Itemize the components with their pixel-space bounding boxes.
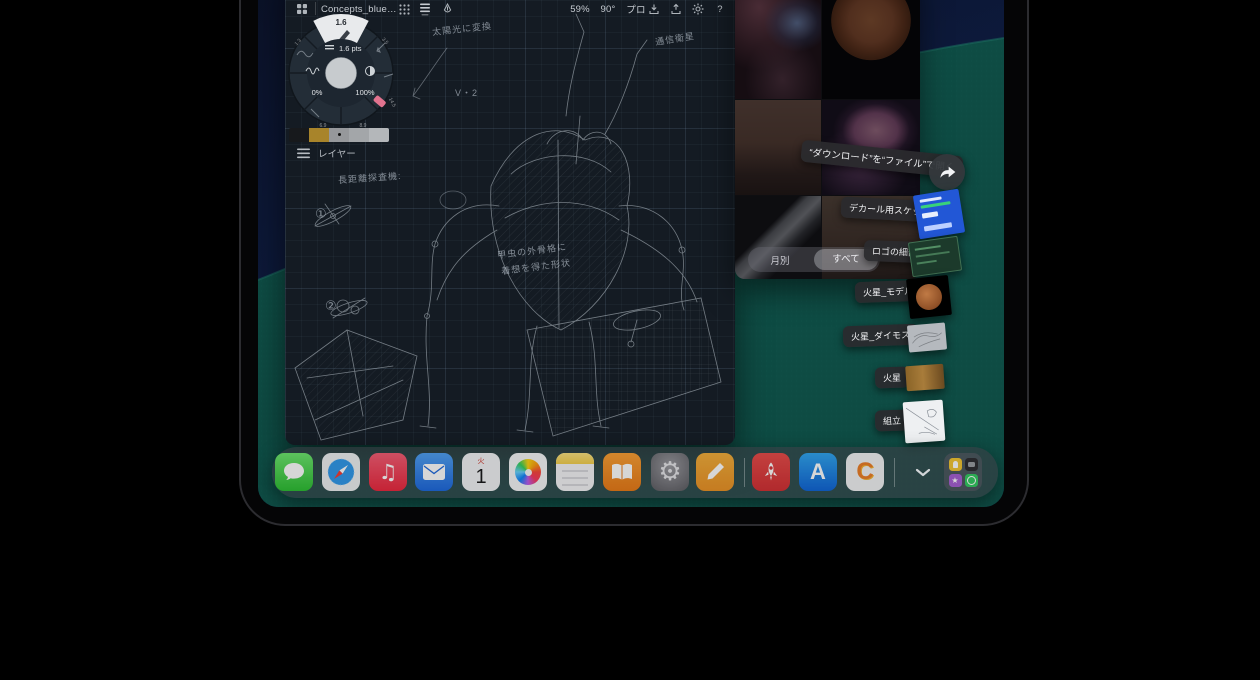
photos-dim-overlay — [735, 0, 920, 279]
chevron-down-icon — [915, 468, 931, 477]
dock-app-safari[interactable] — [322, 453, 360, 491]
svg-text:14.5: 14.5 — [387, 97, 397, 109]
selected-swatch-dot — [338, 133, 341, 136]
drag-label-mars: 火星 — [875, 366, 910, 388]
appstore-a-icon: A — [810, 459, 826, 485]
swatch-gray[interactable] — [349, 128, 369, 142]
dock-app-concepts[interactable]: C — [846, 453, 884, 491]
import-icon — [648, 3, 660, 15]
photos-app-window: 月別 すべて — [735, 0, 920, 279]
color-knob[interactable] — [326, 58, 357, 89]
color-swatch-bar[interactable] — [289, 128, 389, 142]
dock-divider-2 — [894, 458, 895, 487]
dock-app-calendar[interactable]: 火 1 — [462, 453, 500, 491]
dock-app-music[interactable]: ♫ — [369, 453, 407, 491]
tool-wheel[interactable]: 1.6 1.3 3.5 14.5 8.9 6.9 1.6 p — [285, 13, 402, 134]
opacity-value: 100% — [355, 88, 375, 97]
drag-thumb-decal[interactable] — [913, 189, 965, 240]
export-button[interactable] — [669, 1, 683, 17]
gear-icon — [692, 3, 704, 15]
ipad-screen: 太陽光に変換 通信衛星 V・2 長距離探査機: ① ② 甲虫の外骨格に 着想を得… — [258, 0, 1004, 507]
annotation-num1: ① — [315, 206, 328, 222]
texture-value: 0% — [312, 88, 323, 97]
dock-app-books[interactable] — [603, 453, 641, 491]
dock-app-messages[interactable] — [275, 453, 313, 491]
pen-mode-button[interactable] — [440, 1, 454, 17]
layers-button[interactable]: レイヤー — [297, 146, 356, 160]
dock-app-photos[interactable] — [509, 453, 547, 491]
drag-thumb-assembly[interactable] — [903, 400, 946, 444]
rocket-icon — [759, 460, 783, 484]
dock-app-notes[interactable] — [556, 453, 594, 491]
help-button[interactable]: ? — [713, 1, 727, 17]
settings-gear-icon: ⚙ — [658, 459, 681, 485]
messages-bubble-icon — [282, 461, 306, 483]
photos-segmented-control: 月別 すべて — [748, 247, 880, 272]
envelope-icon — [422, 463, 446, 481]
dock-app-appstore[interactable]: A — [799, 453, 837, 491]
svg-text:1.6 pts: 1.6 pts — [339, 44, 362, 53]
settings-button[interactable] — [691, 1, 705, 17]
drag-thumb-mars[interactable] — [905, 364, 945, 392]
dock-collapse-button[interactable] — [912, 465, 934, 479]
drag-thumb-logo[interactable] — [908, 236, 962, 278]
drag-thumb-mars-deimos[interactable] — [907, 322, 947, 352]
dock-divider-1 — [744, 458, 745, 487]
pen-nib-icon — [442, 3, 453, 15]
swatch-gray-selected[interactable] — [329, 128, 349, 142]
share-button[interactable] — [929, 154, 965, 190]
annotation-num2: ② — [325, 298, 338, 314]
share-arrow-icon — [937, 163, 957, 181]
tab-by-month[interactable]: 月別 — [748, 253, 812, 267]
dock-app-settings[interactable]: ⚙ — [651, 453, 689, 491]
share-export-icon — [670, 3, 682, 15]
annotation-version: V・2 — [455, 86, 478, 99]
drag-thumb-mars-model[interactable] — [906, 275, 952, 319]
swatch-black[interactable] — [289, 128, 309, 142]
notes-icon — [556, 453, 594, 491]
active-size-label: 1.6 — [335, 18, 347, 27]
linea-pen-icon — [703, 460, 727, 484]
calendar-day: 1 — [475, 466, 486, 488]
swatch-lightgray[interactable] — [369, 128, 389, 142]
pro-button[interactable]: プロ — [623, 1, 649, 17]
dock-app-rocket[interactable] — [752, 453, 790, 491]
app-library-icon: ★ — [949, 458, 978, 487]
layers-toggle-button[interactable] — [418, 1, 432, 17]
layers-label: レイヤー — [318, 146, 356, 160]
concepts-app-window: 太陽光に変換 通信衛星 V・2 長距離探査機: ① ② 甲虫の外骨格に 着想を得… — [285, 0, 735, 445]
dock: ♫ 火 1 ⚙ — [272, 447, 998, 498]
swatch-gold[interactable] — [309, 128, 329, 142]
menu-icon — [297, 148, 310, 159]
dock-app-linea[interactable] — [696, 453, 734, 491]
music-note-icon: ♫ — [379, 460, 398, 484]
calendar-weekday: 火 — [478, 458, 485, 466]
dock-app-mail[interactable] — [415, 453, 453, 491]
open-book-icon — [610, 462, 634, 482]
rotation-value[interactable]: 90° — [595, 1, 621, 17]
import-button[interactable] — [647, 1, 661, 17]
dock-app-library[interactable]: ★ — [944, 453, 982, 491]
stacked-lines-icon — [419, 2, 431, 16]
zoom-level[interactable]: 59% — [567, 1, 593, 17]
safari-compass-icon — [326, 457, 356, 487]
concepts-c-icon: C — [856, 458, 873, 486]
